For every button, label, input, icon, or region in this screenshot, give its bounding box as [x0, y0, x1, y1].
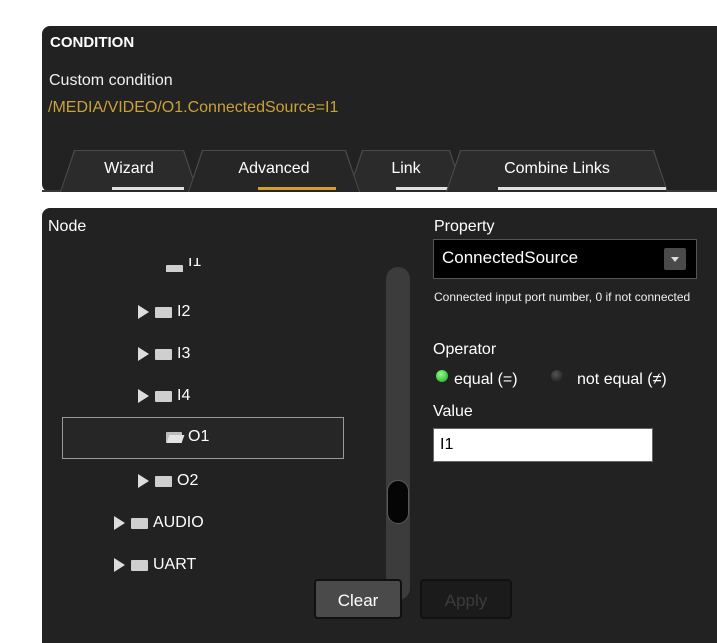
- property-select-value: ConnectedSource: [442, 248, 579, 267]
- tree-item-label: UART: [153, 556, 197, 573]
- tree-item-label: O2: [177, 472, 199, 489]
- expand-arrow-icon[interactable]: [138, 474, 149, 488]
- tree-item-label: AUDIO: [153, 514, 204, 531]
- property-select[interactable]: ConnectedSource: [433, 239, 697, 279]
- folder-icon: [155, 306, 172, 318]
- tab-advanced-indicator: [258, 187, 336, 190]
- condition-title: CONDITION: [50, 34, 135, 51]
- tab-combine-links-indicator: [498, 187, 666, 190]
- folder-icon: [155, 348, 172, 360]
- tree-scrollbar-track[interactable]: [386, 267, 410, 600]
- node-label: Node: [48, 218, 87, 235]
- tree-item-i4[interactable]: I4: [138, 385, 190, 407]
- expand-arrow-icon[interactable]: [114, 558, 125, 572]
- tree-item-label: I4: [177, 387, 191, 404]
- tab-wizard-indicator: [112, 187, 184, 190]
- tree-item-i3[interactable]: I3: [138, 343, 190, 365]
- folder-icon: [131, 559, 148, 571]
- folder-icon: [155, 390, 172, 402]
- tab-link-indicator: [396, 187, 448, 190]
- tree-item-label: I1: [188, 258, 202, 270]
- radio-equal[interactable]: [436, 370, 448, 382]
- tree-scrollbar-thumb[interactable]: [387, 480, 409, 524]
- tab-advanced-label: Advanced: [238, 160, 310, 177]
- apply-button[interactable]: Apply: [420, 579, 512, 619]
- operator-label: Operator: [433, 341, 497, 358]
- tree-item-label: O1: [188, 428, 210, 445]
- tab-combine-links[interactable]: Combine Links: [446, 150, 668, 192]
- expand-arrow-icon[interactable]: [114, 516, 125, 530]
- expand-arrow-icon[interactable]: [138, 389, 149, 403]
- tree-item-o1[interactable]: O1: [166, 426, 209, 448]
- expand-arrow-icon[interactable]: [138, 347, 149, 361]
- dropdown-arrow-icon[interactable]: [664, 248, 686, 270]
- tree-item-label: I3: [177, 345, 191, 362]
- folder-open-icon: [166, 431, 183, 443]
- node-panel: Node I1 I2 I3 I4 O1 O2 AUDIO UART Clear …: [42, 208, 717, 643]
- tab-advanced[interactable]: Advanced: [188, 150, 360, 192]
- clear-button[interactable]: Clear: [314, 579, 402, 619]
- tree-item-i2[interactable]: I2: [138, 301, 190, 323]
- folder-icon: [131, 517, 148, 529]
- tree-item-label: I2: [177, 303, 191, 320]
- property-description: Connected input port number, 0 if not co…: [434, 290, 691, 304]
- property-label: Property: [434, 218, 495, 235]
- value-input[interactable]: [433, 428, 653, 462]
- folder-icon: [166, 264, 183, 272]
- tab-wizard-label: Wizard: [104, 160, 154, 177]
- tree-item-o2[interactable]: O2: [138, 470, 198, 492]
- folder-icon: [155, 475, 172, 487]
- condition-panel: CONDITION Custom condition /MEDIA/VIDEO/…: [42, 26, 717, 192]
- radio-equal-label[interactable]: equal (=): [454, 371, 518, 389]
- tree-item-audio[interactable]: AUDIO: [114, 512, 204, 534]
- value-label: Value: [433, 403, 473, 420]
- condition-expression: /MEDIA/VIDEO/O1.ConnectedSource=I1: [48, 99, 339, 116]
- expand-arrow-icon[interactable]: [138, 305, 149, 319]
- tree-item-uart[interactable]: UART: [114, 554, 196, 576]
- condition-subtitle: Custom condition: [49, 72, 173, 89]
- tree-item-i1[interactable]: I1: [166, 258, 201, 272]
- radio-not-equal-label[interactable]: not equal (≠): [577, 371, 667, 389]
- tab-wizard[interactable]: Wizard: [60, 150, 198, 192]
- tab-combine-links-label: Combine Links: [504, 160, 610, 177]
- radio-not-equal[interactable]: [551, 370, 563, 382]
